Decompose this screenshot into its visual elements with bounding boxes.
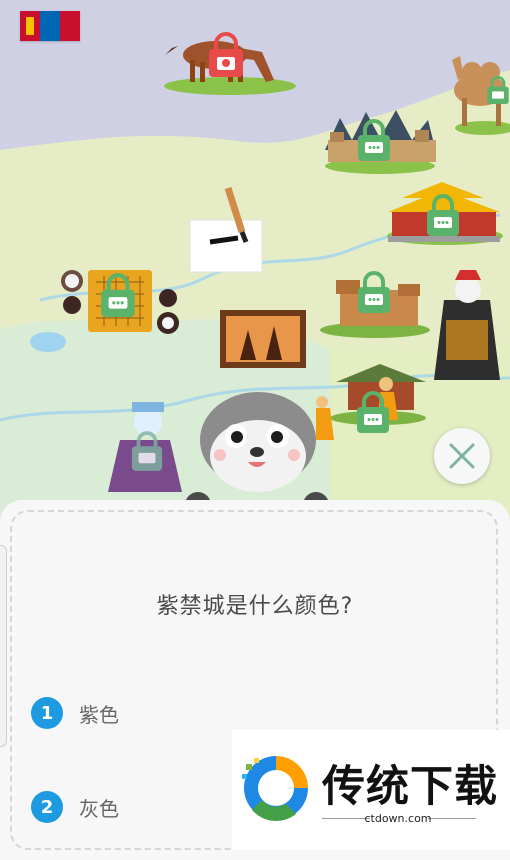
watermark-logo-icon <box>242 756 308 821</box>
chat-icon[interactable] <box>486 68 510 112</box>
option-1[interactable]: 1 紫色 <box>31 696 119 730</box>
close-button[interactable] <box>434 428 490 484</box>
watermark-title: 传统下载 <box>322 762 498 812</box>
shadow-play-landmark <box>220 310 306 368</box>
side-tab[interactable] <box>0 545 7 747</box>
chat-icon[interactable] <box>130 430 164 472</box>
watermark-url: ctdown.com <box>364 812 432 825</box>
watermark: 传统下载 ctdown.com <box>232 730 510 850</box>
option-number-badge: 2 <box>31 791 63 823</box>
option-2[interactable]: 2 灰色 <box>31 790 119 824</box>
chat-icon[interactable] <box>99 272 137 318</box>
mongolia-flag-icon <box>20 11 80 41</box>
chat-icon[interactable] <box>356 118 392 162</box>
camera-icon[interactable] <box>206 32 246 78</box>
option-label: 紫色 <box>79 702 119 727</box>
close-icon <box>449 443 475 469</box>
option-label: 灰色 <box>79 796 119 821</box>
option-number-badge: 1 <box>31 697 63 729</box>
chat-icon[interactable] <box>425 193 461 237</box>
quiz-question: 紫禁城是什么颜色? <box>156 594 354 619</box>
chat-icon[interactable] <box>356 270 392 314</box>
chat-icon[interactable] <box>355 390 391 434</box>
